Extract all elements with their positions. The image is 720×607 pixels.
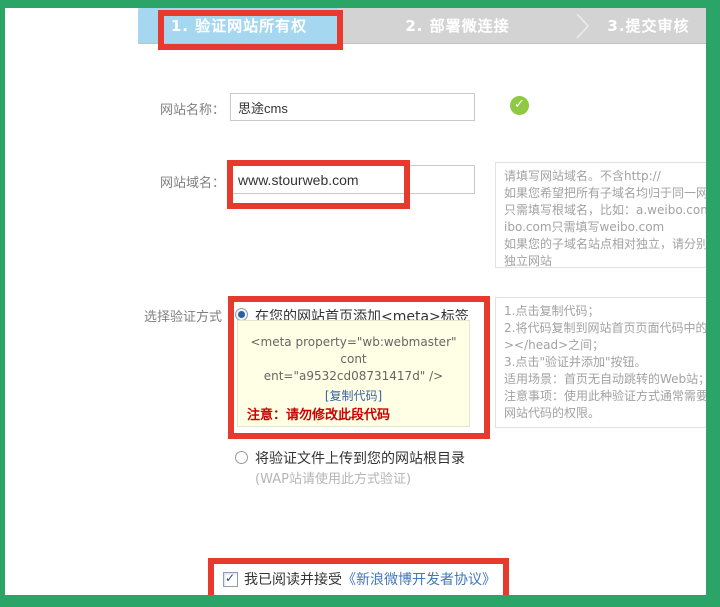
code-warning-text: 注意：请勿修改此段代码 bbox=[238, 407, 469, 424]
domain-help-box: 请填写网站域名。不含http:// 如果您希望把所有子域名均归于同一网 只需填写… bbox=[495, 162, 706, 268]
domain-help-line: 独立网站 bbox=[504, 253, 706, 270]
agreement-link[interactable]: 《新浪微博开发者协议》 bbox=[342, 569, 496, 589]
content-area: 1. 验证网站所有权 2. 部署微连接 3.提交审核 网站名称： 网站域名： 请… bbox=[5, 8, 706, 595]
meta-code-line2: ent="a9532cd08731417d" /> bbox=[238, 368, 469, 385]
tab-deploy-weilink-label: 2. 部署微连接 bbox=[405, 15, 509, 36]
upload-file-radio-label[interactable]: 将验证文件上传到您的网站根目录 bbox=[255, 448, 465, 468]
verify-help-line: 2.将代码复制到网站首页页面代码中的 bbox=[504, 320, 706, 337]
meta-code-line1: <meta property="wb:webmaster" cont bbox=[238, 334, 469, 368]
tab-verify-ownership[interactable]: 1. 验证网站所有权 bbox=[138, 8, 340, 43]
tab-submit-review-label: 3.提交审核 bbox=[607, 15, 689, 36]
success-check-icon bbox=[510, 96, 529, 115]
meta-code-box: <meta property="wb:webmaster" cont ent="… bbox=[237, 320, 470, 427]
verify-help-line: 3.点击"验证并添加"按钮。 bbox=[504, 354, 706, 371]
domain-help-line: ibo.com只需填写weibo.com bbox=[504, 219, 706, 236]
tab-verify-ownership-label: 1. 验证网站所有权 bbox=[171, 15, 307, 36]
domain-help-line: 如果您的子域名站点相对独立，请分别 bbox=[504, 236, 706, 253]
verify-help-line: 适用场景：首页无自动跳转的Web站； bbox=[504, 371, 706, 388]
site-name-label: 网站名称： bbox=[115, 99, 225, 118]
site-domain-input[interactable] bbox=[230, 165, 475, 194]
tab-deploy-weilink[interactable]: 2. 部署微连接 bbox=[340, 8, 575, 43]
step-tabs: 1. 验证网站所有权 2. 部署微连接 3.提交审核 bbox=[138, 8, 706, 44]
agreement-checkbox[interactable] bbox=[223, 572, 238, 587]
verify-method-label: 选择验证方式 bbox=[112, 306, 222, 325]
page-frame: 1. 验证网站所有权 2. 部署微连接 3.提交审核 网站名称： 网站域名： 请… bbox=[0, 0, 720, 607]
domain-help-line: 请填写网站域名。不含http:// bbox=[504, 168, 706, 185]
chevron-divider-icon bbox=[575, 9, 591, 43]
site-domain-label: 网站域名： bbox=[115, 172, 225, 191]
wap-note: (WAP站请使用此方式验证) bbox=[255, 468, 411, 487]
tab-submit-review[interactable]: 3.提交审核 bbox=[591, 8, 706, 43]
domain-help-line: 如果您希望把所有子域名均归于同一网 bbox=[504, 185, 706, 202]
verify-help-line: ></head>之间； bbox=[504, 337, 706, 354]
verify-help-line: 网站代码的权限。 bbox=[504, 405, 706, 422]
upload-file-radio[interactable] bbox=[235, 451, 248, 464]
agreement-row: 我已阅读并接受 《新浪微博开发者协议》 bbox=[223, 569, 496, 589]
verify-help-line: 注意事项：使用此种验证方式通常需要 bbox=[504, 388, 706, 405]
copy-code-link[interactable]: [复制代码] bbox=[325, 388, 382, 405]
agreement-text: 我已阅读并接受 bbox=[244, 569, 342, 589]
verify-help-box: 1.点击复制代码； 2.将代码复制到网站首页页面代码中的 ></head>之间；… bbox=[495, 297, 706, 428]
domain-help-line: 只需填写根域名，比如：a.weibo.com bbox=[504, 202, 706, 219]
verify-help-line: 1.点击复制代码； bbox=[504, 303, 706, 320]
site-name-input[interactable] bbox=[230, 93, 475, 121]
